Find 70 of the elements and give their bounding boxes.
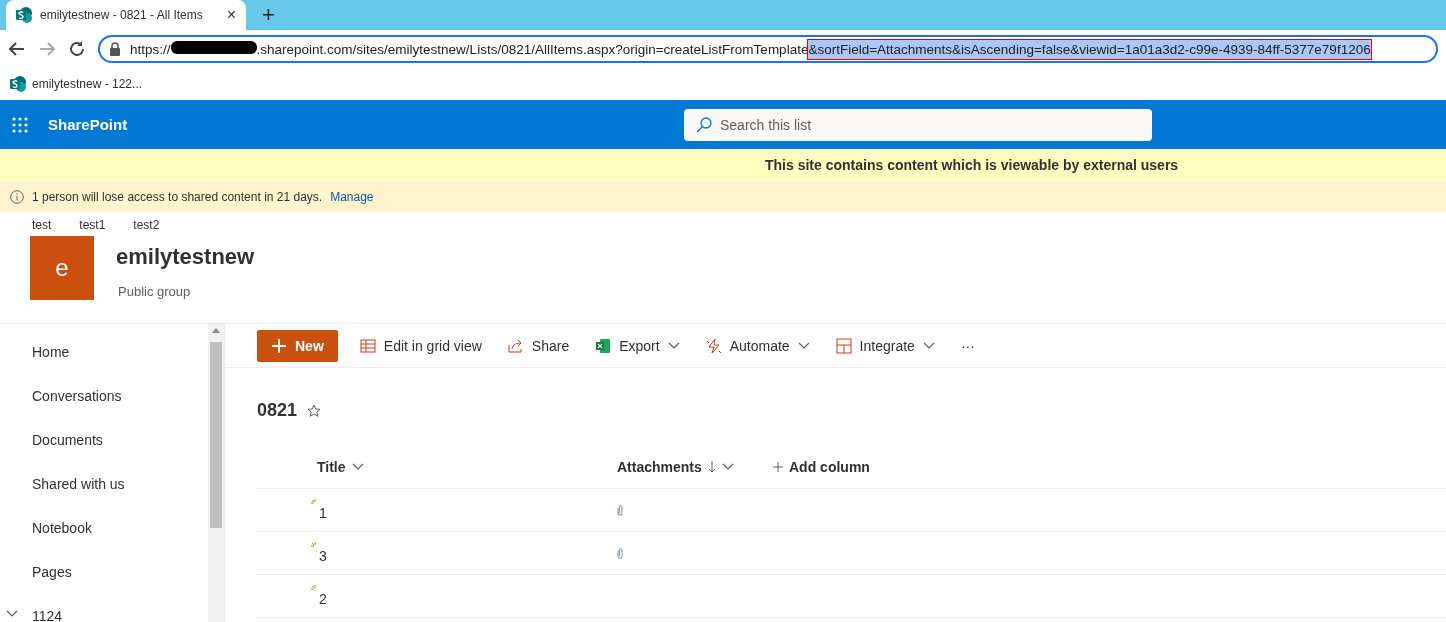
plus-icon [271, 337, 287, 354]
bookmark[interactable]: emilytestnew - 122... [10, 76, 143, 92]
banner-text: This site contains content which is viewable by external users [765, 157, 1179, 173]
nav-item[interactable]: Documents [0, 418, 208, 462]
nav-item[interactable]: 1124 [0, 594, 208, 622]
new-item-icon [311, 499, 319, 507]
search-field[interactable]: Search this list [684, 108, 1152, 141]
list-row[interactable]: 2 [257, 575, 1446, 618]
list-title: 0821 [257, 400, 298, 421]
lock-icon [108, 42, 122, 56]
sharepoint-logo-icon [16, 7, 32, 23]
nav-item[interactable]: Home [0, 330, 208, 374]
star-icon[interactable] [307, 403, 322, 418]
share-icon [507, 337, 524, 354]
add-column-button[interactable]: Add column [767, 457, 876, 476]
nav-item[interactable]: Pages [0, 550, 208, 594]
site-logo: e [30, 236, 94, 300]
row-title[interactable]: 1 [319, 499, 327, 521]
url-text: https:// .sharepoint.com/sites/emilytestnew/Lists/0821/AllItems.aspx?origin=createListFromTemplate [130, 41, 809, 57]
nav-item[interactable]: Conversations [0, 374, 208, 418]
browser-tab[interactable]: emilytestnew - 0821 - All Items × [6, 0, 246, 30]
plus-icon [773, 461, 783, 472]
hub-nav-link[interactable]: test [32, 218, 52, 232]
more-button[interactable]: ··· [950, 329, 985, 362]
new-button[interactable]: New [257, 329, 338, 362]
forward-icon[interactable] [38, 40, 56, 58]
layout-icon [835, 337, 852, 354]
chevron-down-icon [351, 462, 364, 471]
new-tab-button[interactable]: + [262, 2, 275, 28]
tab-title: emilytestnew - 0821 - All Items [40, 8, 204, 22]
app-launcher-icon[interactable] [12, 116, 28, 133]
new-item-icon [311, 585, 319, 593]
notice-text: 1 person will lose access to shared content in 21 days. [32, 189, 323, 204]
column-header[interactable]: Attachments [617, 458, 734, 475]
info-icon [10, 189, 24, 204]
app-name[interactable]: SharePoint [48, 116, 684, 133]
site-subtitle: Public group [118, 284, 192, 299]
hub-nav-link[interactable]: test1 [79, 218, 106, 232]
search-icon [696, 116, 712, 133]
reload-icon[interactable] [68, 40, 86, 58]
command-button[interactable]: Share [497, 329, 580, 362]
chevron-down-icon [721, 462, 734, 471]
list-row[interactable]: 3 [257, 532, 1446, 575]
selected-url-text: &sortField=Attachments&isAscending=false&viewid=1a01a3d2-c99e-4939-84ff-5377e79f1206 [808, 39, 1371, 59]
column-header[interactable]: Title [317, 458, 364, 475]
chevron-down-icon [6, 610, 18, 618]
sharepoint-logo-icon [10, 76, 26, 92]
close-icon[interactable]: × [226, 6, 236, 24]
command-button[interactable]: Automate [695, 329, 820, 362]
new-item-icon [311, 542, 319, 550]
lightning-icon [705, 337, 722, 354]
scrollbar-thumb[interactable] [210, 342, 222, 528]
search-placeholder: Search this list [720, 116, 812, 133]
row-title[interactable]: 2 [319, 585, 327, 607]
table-icon [359, 337, 376, 354]
scroll-up-icon[interactable] [212, 328, 220, 333]
command-button[interactable]: Edit in grid view [349, 329, 492, 362]
row-title[interactable]: 3 [319, 542, 327, 564]
scrollbar[interactable] [208, 324, 225, 622]
address-bar[interactable]: https:// .sharepoint.com/sites/emilytestnew/Lists/0821/AllItems.aspx?origin=createListFromTemplate&sortField=Attachments&isAscending=false&viewid=1a01a3d2-c99e-4939-84ff-5377e79f1206 [98, 35, 1438, 63]
nav-item[interactable]: Notebook [0, 506, 208, 550]
command-button[interactable]: Export [585, 329, 690, 362]
site-title[interactable]: emilytestnew [116, 244, 255, 270]
hub-nav-link[interactable]: test2 [133, 218, 160, 232]
nav-item[interactable]: Shared with us [0, 462, 208, 506]
excel-icon [595, 337, 612, 354]
back-icon[interactable] [8, 40, 26, 58]
manage-link[interactable]: Manage [330, 189, 374, 204]
list-row[interactable]: 1 [257, 489, 1446, 532]
command-button[interactable]: Integrate [825, 329, 945, 362]
